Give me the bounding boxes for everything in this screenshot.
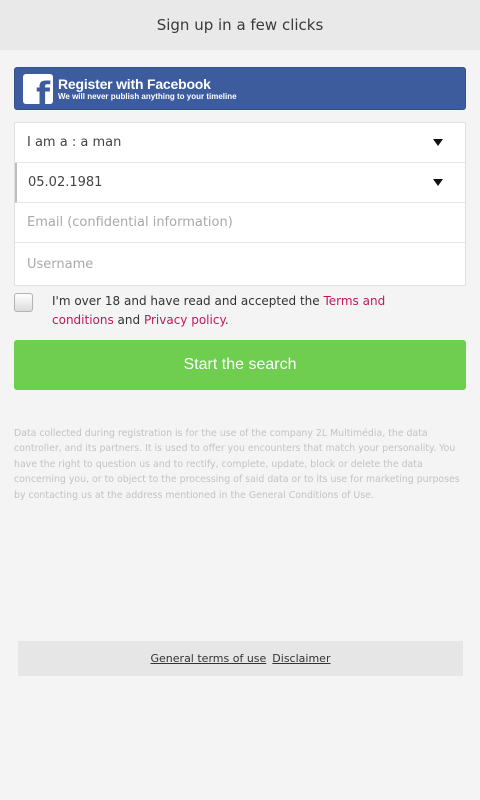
consent-checkbox[interactable]	[14, 293, 33, 312]
privacy-link[interactable]: Privacy policy	[144, 313, 225, 327]
birthdate-select[interactable]: 05.02.1981	[15, 163, 465, 203]
page-title: Sign up in a few clicks	[156, 16, 324, 34]
consent-text: I'm over 18 and have read and accepted t…	[52, 292, 442, 330]
dropdown-arrow-icon	[433, 139, 443, 146]
consent-suffix: .	[224, 313, 229, 327]
footer-bar: General terms of use Disclaimer	[18, 641, 463, 676]
facebook-button-title: Register with Facebook	[58, 75, 211, 92]
username-field[interactable]: Username	[15, 243, 465, 285]
consent-prefix: I'm over 18 and have read and accepted t…	[52, 294, 324, 308]
facebook-icon: f	[23, 73, 53, 104]
data-disclaimer: Data collected during registration is fo…	[14, 428, 460, 501]
consent-middle: and	[113, 313, 144, 327]
facebook-register-button[interactable]: f Register with Facebook We will never p…	[14, 67, 466, 110]
start-search-button[interactable]: Start the search	[14, 340, 466, 390]
facebook-button-subtitle: We will never publish anything to your t…	[58, 91, 237, 101]
gender-select-value: I am a : a man	[27, 135, 122, 150]
gender-select[interactable]: I am a : a man	[15, 123, 465, 163]
start-search-label: Start the search	[183, 356, 297, 373]
birthdate-select-value: 05.02.1981	[28, 175, 103, 190]
disclaimer-link[interactable]: Disclaimer	[272, 652, 330, 665]
username-placeholder: Username	[27, 256, 94, 272]
dropdown-arrow-icon	[433, 179, 443, 186]
email-placeholder: Email (confidential information)	[27, 215, 233, 230]
general-terms-link[interactable]: General terms of use	[151, 652, 267, 665]
facebook-button-text: Register with Facebook We will never pub…	[58, 75, 237, 101]
consent-row: I'm over 18 and have read and accepted t…	[14, 292, 466, 330]
email-field[interactable]: Email (confidential information)	[15, 203, 465, 243]
header-bar: Sign up in a few clicks	[0, 0, 480, 50]
signup-form: I am a : a man 05.02.1981 Email (confide…	[14, 122, 466, 286]
